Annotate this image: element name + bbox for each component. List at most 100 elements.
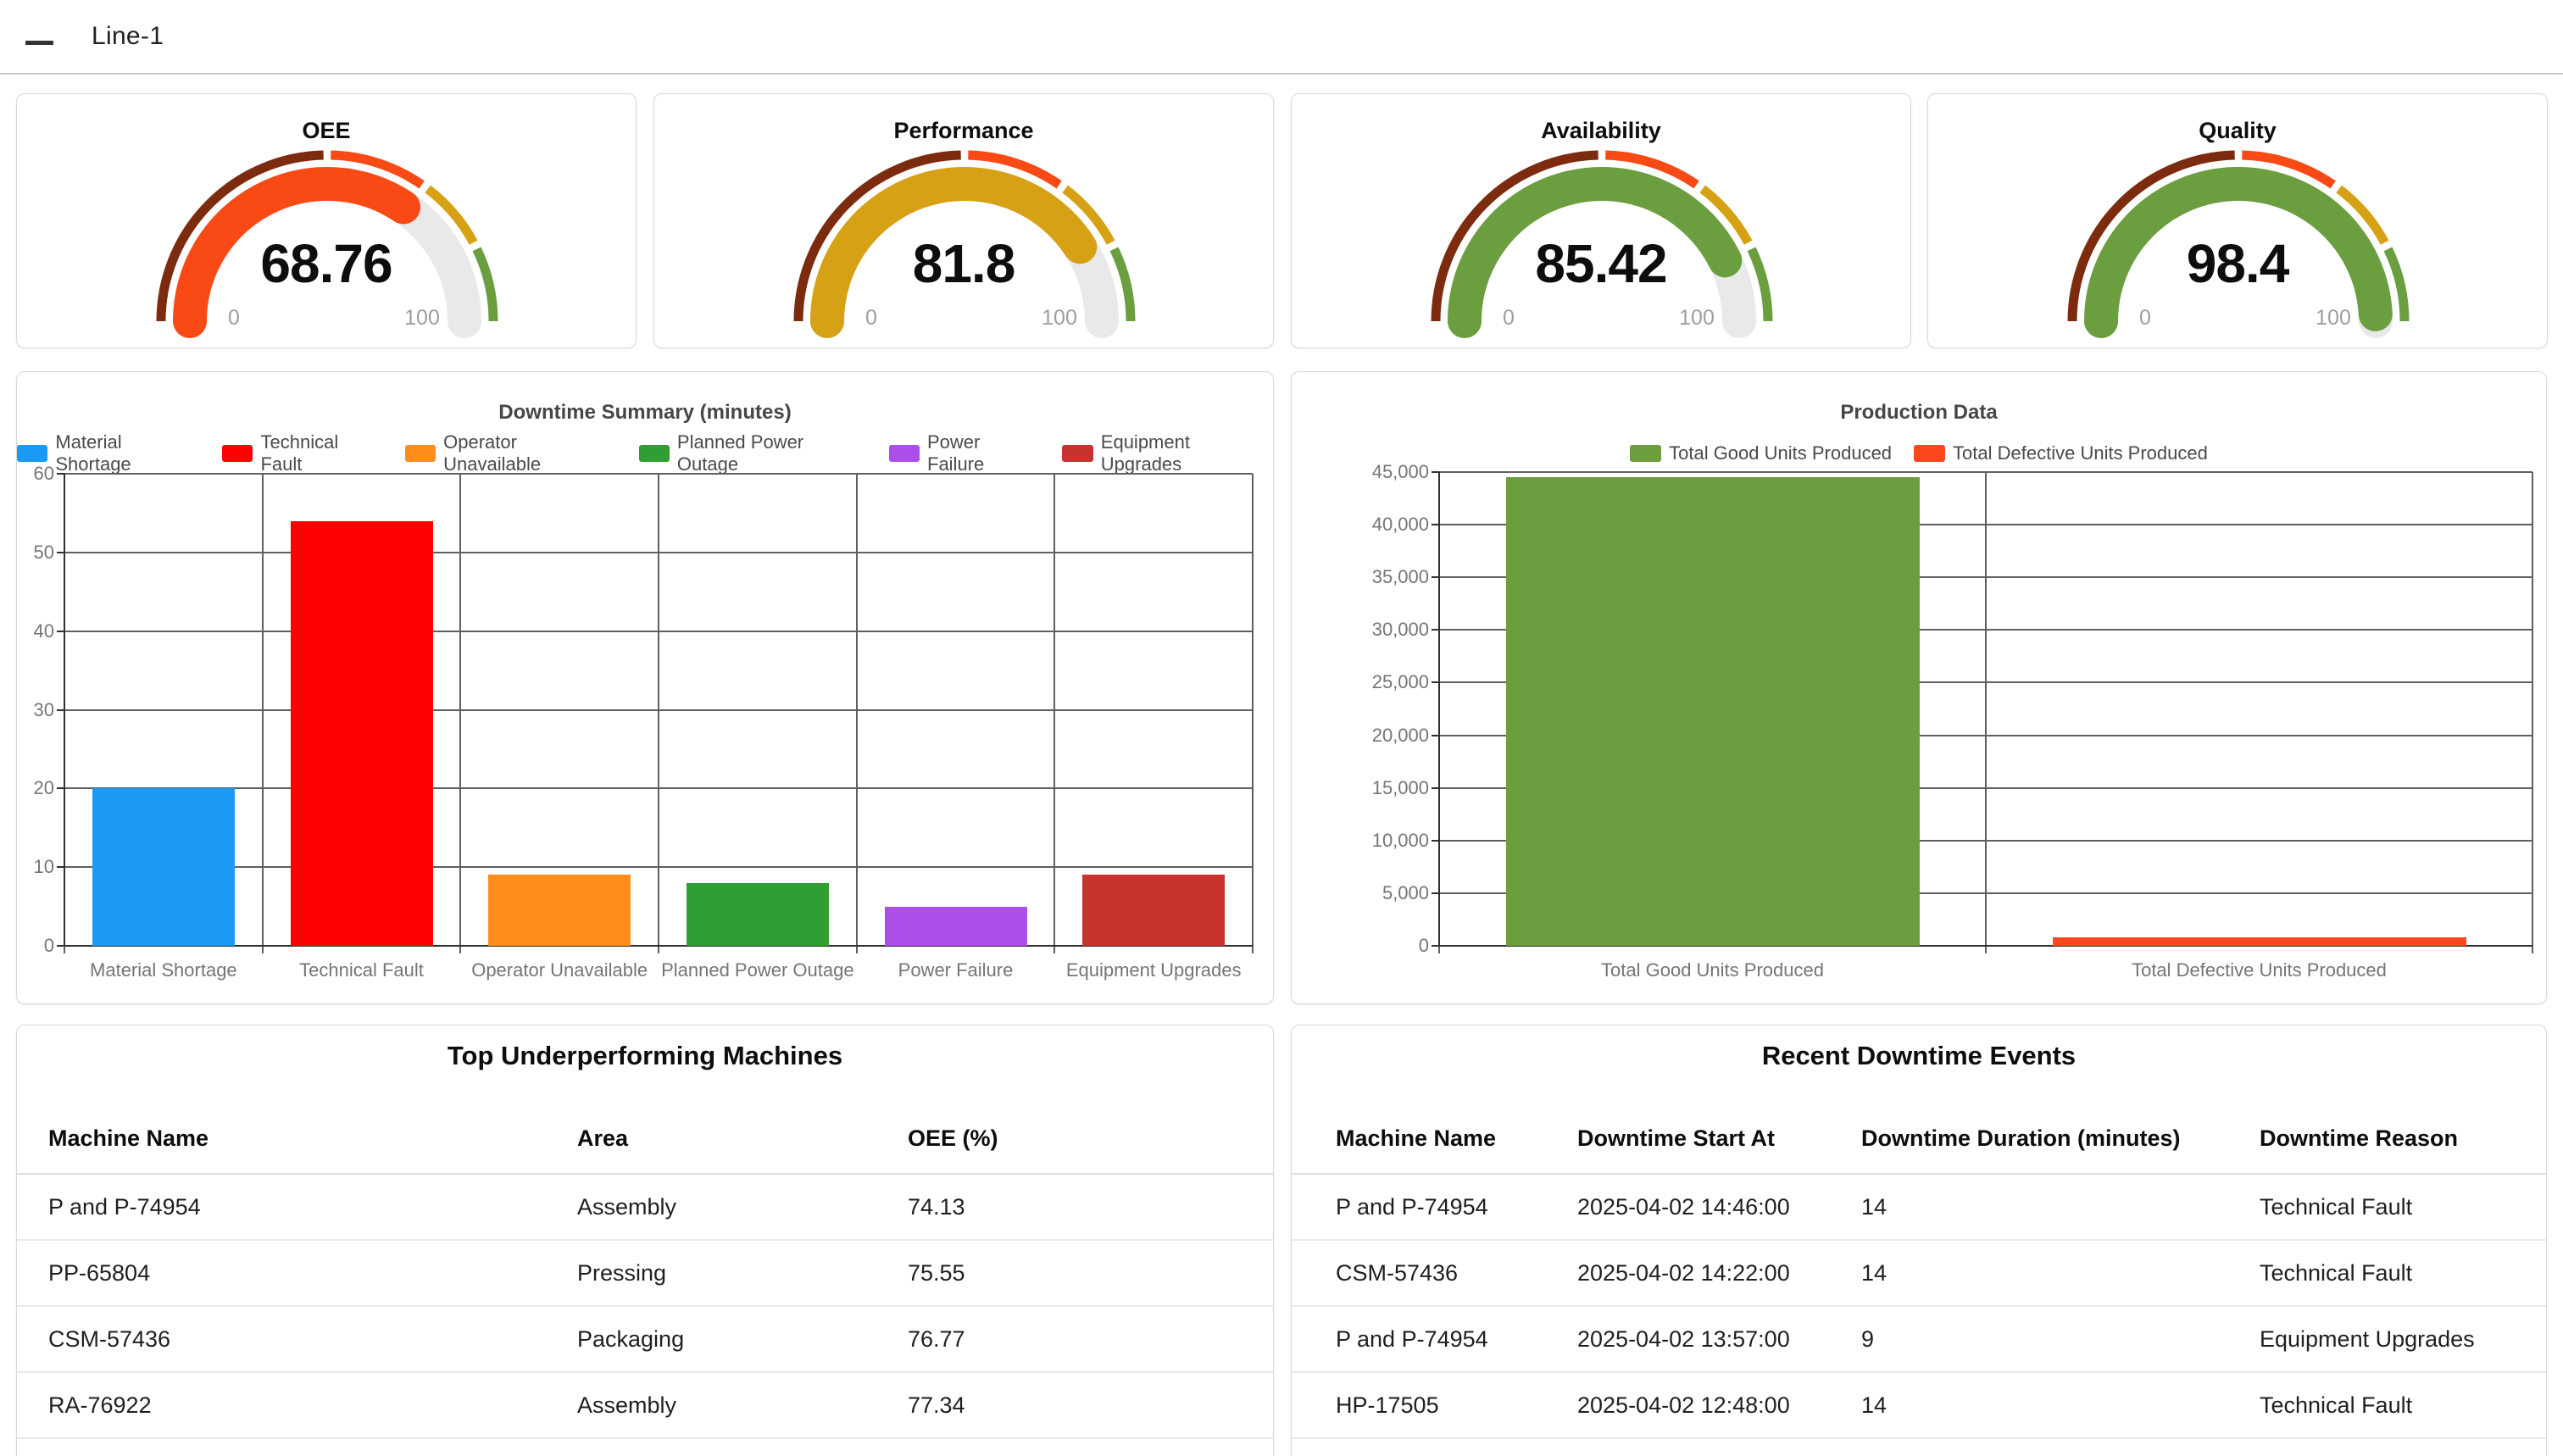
hamburger-bar xyxy=(25,41,53,45)
table-row: CSM-57436Packaging76.77 xyxy=(17,1307,1273,1373)
legend-label: Power Failure xyxy=(927,431,1040,475)
gauge-min-label: 0 xyxy=(820,306,922,331)
table-cell: Equipment Upgrades xyxy=(2260,1326,2546,1353)
y-axis-label: 60 xyxy=(0,463,54,485)
bar-operator-unavailable xyxy=(488,875,631,946)
y-axis-label: 45,000 xyxy=(1327,461,1429,483)
y-axis-label: 35,000 xyxy=(1327,566,1429,588)
gridline xyxy=(1252,474,1254,953)
legend-swatch-technical-fault xyxy=(222,445,253,462)
gauge-value: 68.76 xyxy=(17,232,636,295)
table-cell: 74.13 xyxy=(908,1194,1273,1220)
top-underperforming-machines-card: Top Underperforming Machines Machine Nam… xyxy=(16,1025,1274,1456)
gauge-value: 81.8 xyxy=(654,232,1273,295)
column-header-oee: OEE (%) xyxy=(908,1125,1273,1152)
column-header-downtime-reason: Downtime Reason xyxy=(2260,1125,2546,1152)
y-axis-line xyxy=(1438,472,1440,946)
chart-plot-area: 05,00010,00015,00020,00025,00030,00035,0… xyxy=(1439,472,2532,946)
column-header-machine-name: Machine Name xyxy=(48,1125,577,1152)
downtime-summary-chart-card: Downtime Summary (minutes) Material Shor… xyxy=(16,371,1274,1004)
y-axis-label: 5,000 xyxy=(1327,882,1429,904)
y-axis-label: 40 xyxy=(0,620,54,642)
legend-item-operator-unavailable[interactable]: Operator Unavailable xyxy=(405,431,617,475)
y-axis-label: 0 xyxy=(1327,935,1429,957)
chart-plot-area: 0102030405060Material ShortageTechnical … xyxy=(64,474,1253,946)
table-cell: 14 xyxy=(1861,1392,2260,1419)
legend-item-equipment-upgrades[interactable]: Equipment Upgrades xyxy=(1062,431,1273,475)
column-header-downtime-start-at: Downtime Start At xyxy=(1577,1125,1861,1152)
gridline xyxy=(1054,474,1055,953)
table-cell: Technical Fault xyxy=(2260,1260,2546,1287)
gauge-value: 98.4 xyxy=(1928,232,2547,295)
table-cell: CSM-57436 xyxy=(1336,1260,1577,1287)
gauge-card-quality: Quality98.40100 xyxy=(1927,93,2548,348)
legend-swatch-total-good-units-produced xyxy=(1630,445,1661,462)
gauge-min-label: 0 xyxy=(183,306,285,331)
y-axis-label: 10 xyxy=(0,856,54,878)
y-axis-label: 50 xyxy=(0,542,54,564)
table-cell: 9 xyxy=(1861,1326,2260,1353)
y-axis-label: 20 xyxy=(0,777,54,799)
table-cell: 77.34 xyxy=(908,1392,1273,1419)
y-axis-line xyxy=(64,474,65,946)
bar-equipment-upgrades xyxy=(1082,875,1225,946)
table-cell: P and P-74954 xyxy=(1336,1326,1577,1353)
top-app-bar: Line-1 xyxy=(0,0,2563,75)
legend-item-power-failure[interactable]: Power Failure xyxy=(889,431,1041,475)
table-cell: PP-65804 xyxy=(48,1260,577,1287)
table-cell: Pressing xyxy=(577,1260,908,1287)
x-axis-label: Equipment Upgrades xyxy=(1018,959,1289,981)
legend-label: Technical Fault xyxy=(260,431,382,475)
gauge-arc-availability xyxy=(1292,94,1912,349)
legend-swatch-planned-power-outage xyxy=(639,445,670,462)
legend-swatch-material-shortage xyxy=(17,445,47,462)
gridline xyxy=(658,474,659,953)
y-axis-label: 30,000 xyxy=(1327,619,1429,641)
x-axis-label: Total Good Units Produced xyxy=(1577,959,1849,981)
chart-title: Production Data xyxy=(1292,401,2546,425)
gauge-max-label: 100 xyxy=(1646,306,1748,331)
table-cell: RA-76922 xyxy=(48,1392,577,1419)
legend-item-total-good-units-produced[interactable]: Total Good Units Produced xyxy=(1630,442,1892,464)
y-axis-label: 30 xyxy=(0,699,54,721)
legend-label: Total Defective Units Produced xyxy=(1953,442,2208,464)
gauge-card-availability: Availability85.420100 xyxy=(1291,93,1911,348)
gauge-card-oee: OEE68.760100 xyxy=(16,93,637,348)
table-cell: Assembly xyxy=(577,1392,908,1419)
gridline xyxy=(1985,472,1987,953)
chart-title: Downtime Summary (minutes) xyxy=(17,401,1273,425)
table-row: RA-76922Assembly77.34 xyxy=(17,1373,1273,1439)
table-cell: 2025-04-02 13:57:00 xyxy=(1577,1326,1861,1353)
x-axis-label: Total Defective Units Produced xyxy=(2124,959,2395,981)
gridline xyxy=(262,474,264,953)
legend-item-total-defective-units-produced[interactable]: Total Defective Units Produced xyxy=(1914,442,2208,464)
table-cell: 76.77 xyxy=(908,1326,1273,1353)
page-title: Line-1 xyxy=(92,22,164,51)
y-axis-label: 20,000 xyxy=(1327,725,1429,747)
table-cell: 14 xyxy=(1861,1260,2260,1287)
legend-swatch-equipment-upgrades xyxy=(1062,445,1092,462)
gridline xyxy=(856,474,858,953)
gridline xyxy=(2532,472,2533,953)
column-header-downtime-duration-minutes: Downtime Duration (minutes) xyxy=(1861,1125,2260,1152)
table-cell: Packaging xyxy=(577,1326,908,1353)
gauge-max-label: 100 xyxy=(1009,306,1110,331)
gauge-value: 85.42 xyxy=(1292,232,1910,295)
gauge-max-label: 100 xyxy=(371,306,473,331)
table-cell: P and P-74954 xyxy=(48,1194,577,1220)
legend-item-technical-fault[interactable]: Technical Fault xyxy=(222,431,383,475)
table-cell: 2025-04-02 14:22:00 xyxy=(1577,1260,1861,1287)
table-cell: 75.55 xyxy=(908,1260,1273,1287)
legend-item-planned-power-outage[interactable]: Planned Power Outage xyxy=(639,431,867,475)
bar-total-good-units-produced xyxy=(1506,477,1920,946)
table: Machine NameDowntime Start AtDowntime Du… xyxy=(1292,1103,2546,1439)
chart-legend: Total Good Units Produced Total Defective… xyxy=(1292,442,2546,465)
table-row: HP-175052025-04-02 12:48:0014Technical F… xyxy=(1292,1373,2546,1439)
table-row: P and P-74954Assembly74.13 xyxy=(17,1175,1273,1241)
legend-label: Equipment Upgrades xyxy=(1101,431,1273,475)
legend-swatch-power-failure xyxy=(889,445,920,462)
gauge-max-label: 100 xyxy=(2282,306,2384,331)
bar-power-failure xyxy=(885,907,1027,946)
gauge-arc-performance xyxy=(654,94,1275,349)
legend-label: Material Shortage xyxy=(55,431,200,475)
